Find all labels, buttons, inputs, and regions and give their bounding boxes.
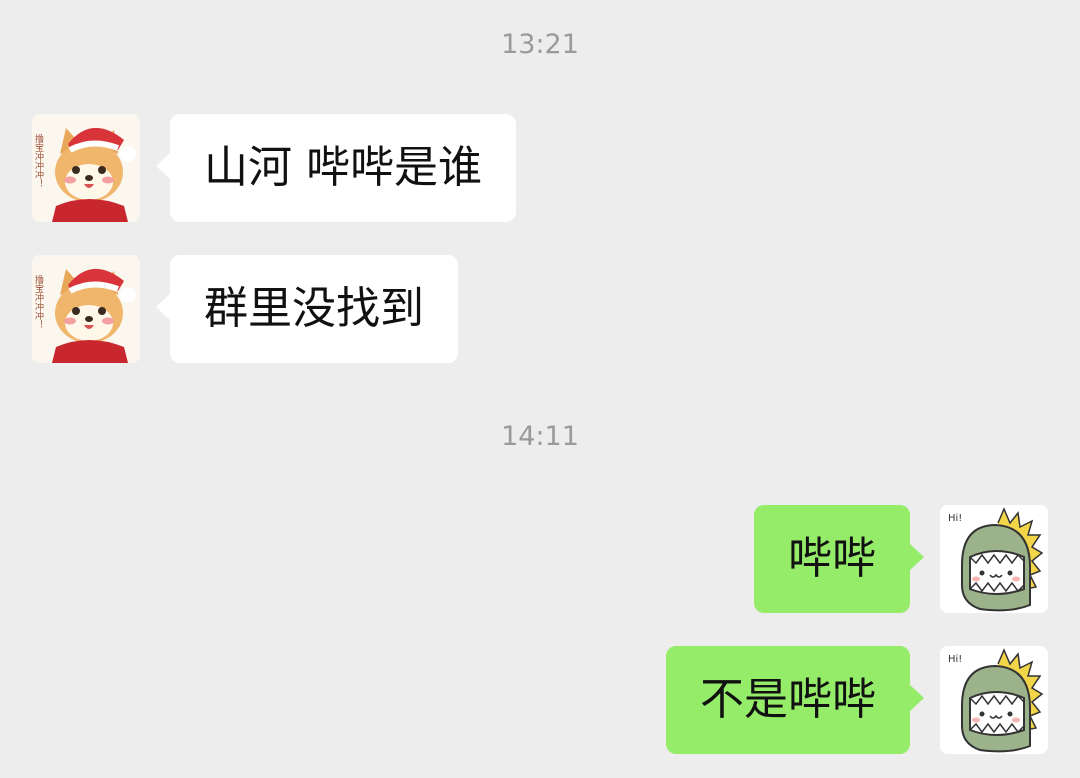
avatar-caption: Hi! bbox=[948, 654, 962, 665]
message-row-incoming: 撸宝冲冲冲！ 山河 哔哔是谁 bbox=[0, 114, 1080, 222]
avatar-caption: 撸宝冲冲冲！ bbox=[33, 133, 44, 188]
message-text: 哔哔 bbox=[788, 533, 876, 584]
dinosaur-hi-avatar-icon: Hi! bbox=[940, 505, 1048, 613]
message-row-incoming: 撸宝冲冲冲！ 群里没找到 bbox=[0, 255, 1080, 363]
message-bubble[interactable]: 山河 哔哔是谁 bbox=[156, 114, 516, 222]
timestamp: 14:11 bbox=[501, 421, 579, 452]
message-row-outgoing: 哔哔 Hi! bbox=[0, 505, 1080, 613]
dinosaur-hi-avatar-icon: Hi! bbox=[940, 646, 1048, 754]
self-avatar[interactable]: Hi! bbox=[940, 505, 1048, 613]
message-text: 群里没找到 bbox=[204, 283, 424, 334]
shiba-dog-avatar-icon: 撸宝冲冲冲！ bbox=[32, 255, 140, 363]
avatar-caption: 撸宝冲冲冲！ bbox=[33, 274, 44, 329]
message-row-outgoing: 不是哔哔 Hi! bbox=[0, 646, 1080, 754]
message-bubble[interactable]: 哔哔 bbox=[754, 505, 924, 613]
bubble-tail bbox=[909, 684, 924, 712]
bubble-tail bbox=[909, 543, 924, 571]
self-avatar[interactable]: Hi! bbox=[940, 646, 1048, 754]
shiba-dog-avatar-icon: 撸宝冲冲冲！ bbox=[32, 114, 140, 222]
message-bubble[interactable]: 不是哔哔 bbox=[666, 646, 924, 754]
bubble-tail bbox=[156, 152, 171, 180]
timestamp: 13:21 bbox=[501, 29, 579, 60]
message-text: 山河 哔哔是谁 bbox=[204, 142, 482, 193]
contact-avatar[interactable]: 撸宝冲冲冲！ bbox=[32, 255, 140, 363]
bubble-tail bbox=[156, 293, 171, 321]
message-bubble[interactable]: 群里没找到 bbox=[156, 255, 458, 363]
contact-avatar[interactable]: 撸宝冲冲冲！ bbox=[32, 114, 140, 222]
avatar-caption: Hi! bbox=[948, 513, 962, 524]
message-text: 不是哔哔 bbox=[700, 674, 876, 725]
